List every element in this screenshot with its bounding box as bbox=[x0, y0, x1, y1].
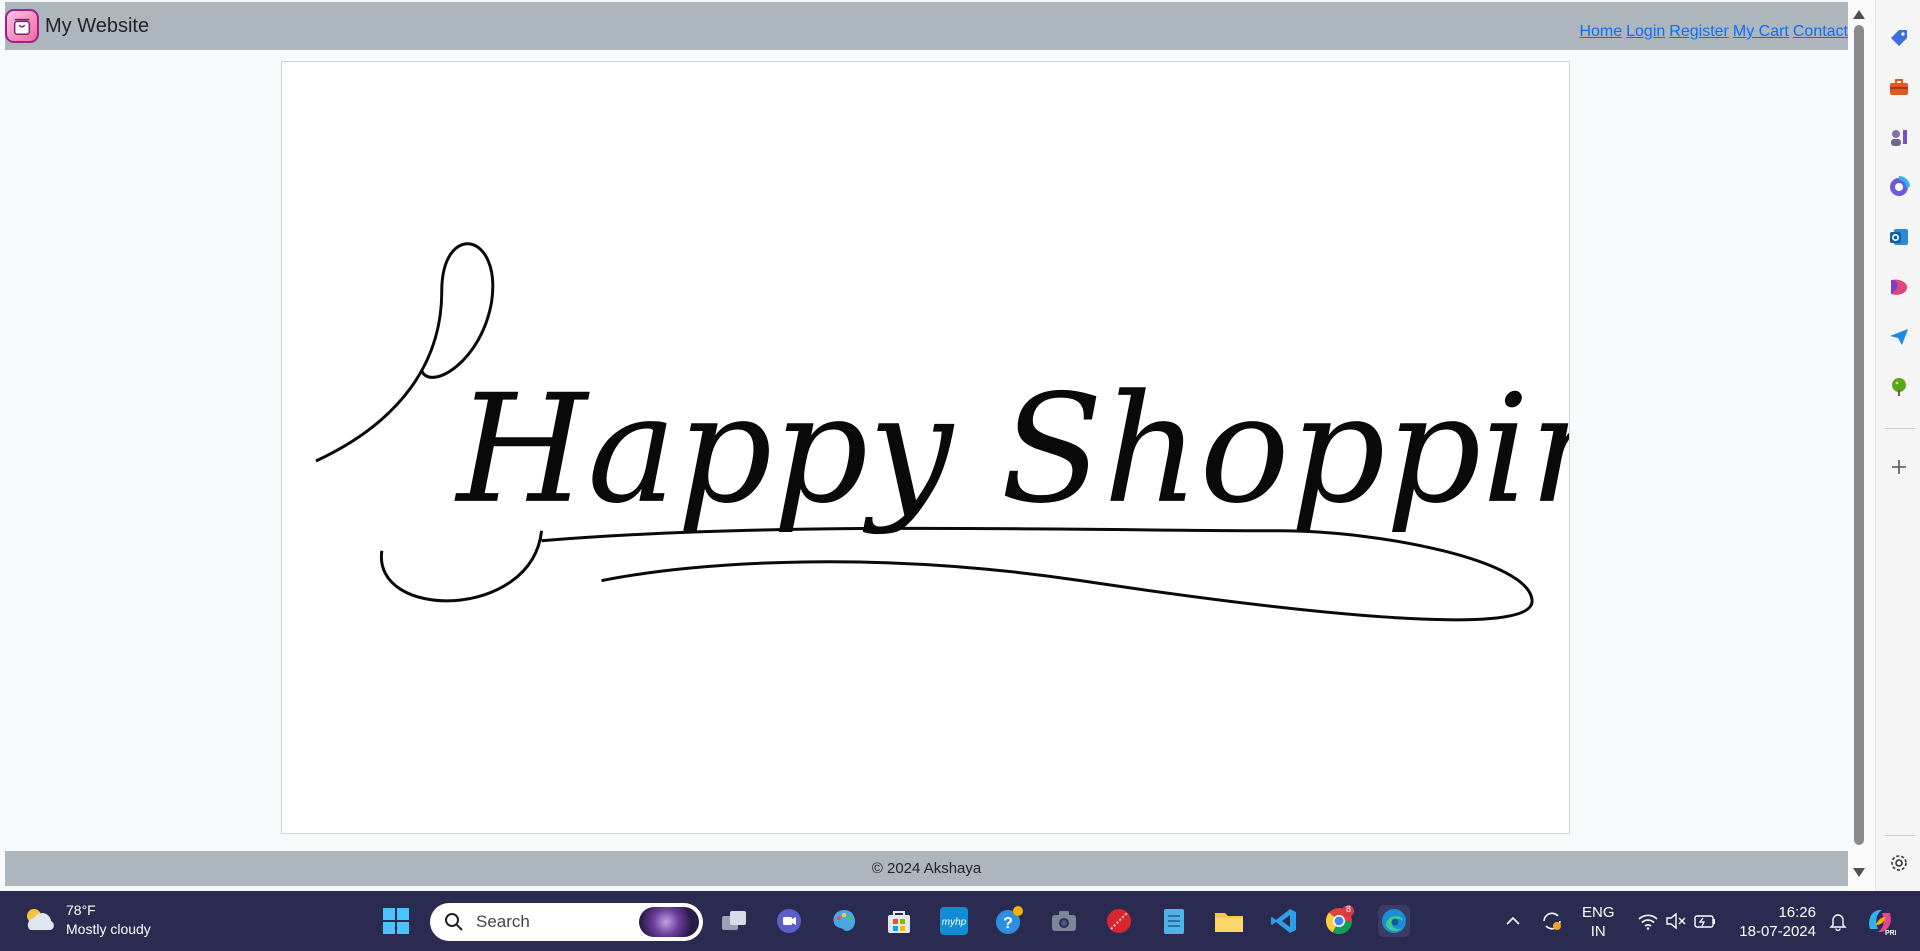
camera-icon[interactable] bbox=[1048, 905, 1080, 937]
site-footer: © 2024 Akshaya bbox=[5, 851, 1848, 886]
file-explorer-icon[interactable] bbox=[1213, 905, 1245, 937]
scroll-thumb[interactable] bbox=[1854, 25, 1864, 845]
edge-sidebar bbox=[1875, 0, 1920, 891]
outlook-icon[interactable] bbox=[1887, 225, 1911, 249]
tag-icon[interactable] bbox=[1887, 26, 1911, 50]
language-indicator[interactable]: ENG IN bbox=[1582, 903, 1615, 941]
language-line2: IN bbox=[1590, 923, 1606, 940]
hero-text: Happy Shopping bbox=[454, 363, 1569, 537]
volume-muted-icon[interactable] bbox=[1660, 905, 1692, 937]
scroll-up-arrow-icon[interactable] bbox=[1853, 10, 1865, 19]
clock[interactable]: 16:26 18-07-2024 bbox=[1734, 903, 1816, 941]
designer-icon[interactable] bbox=[1887, 275, 1911, 299]
main-nav: Home Login Register My Cart Contact bbox=[1579, 23, 1848, 41]
search-placeholder: Search bbox=[476, 912, 530, 931]
nav-link-home[interactable]: Home bbox=[1579, 23, 1622, 41]
brand[interactable]: My Website bbox=[5, 9, 150, 43]
sync-icon[interactable] bbox=[1536, 905, 1568, 937]
search-icon bbox=[445, 913, 463, 931]
nav-link-my-cart[interactable]: My Cart bbox=[1733, 23, 1789, 41]
send-icon[interactable] bbox=[1887, 325, 1911, 349]
page-scrollbar[interactable] bbox=[1848, 0, 1875, 891]
notifications-bell-icon[interactable] bbox=[1822, 905, 1854, 937]
copilot-icon[interactable] bbox=[1887, 175, 1911, 199]
hero-image: Happy Shopping bbox=[281, 61, 1722, 834]
svg-text:myhp: myhp bbox=[942, 917, 967, 928]
chrome-badge: 8 bbox=[1346, 904, 1352, 914]
settings-icon[interactable] bbox=[1887, 851, 1911, 875]
battery-icon[interactable] bbox=[1689, 905, 1721, 937]
games-icon[interactable] bbox=[1887, 125, 1911, 149]
sidebar-separator bbox=[1885, 428, 1915, 429]
weather-widget[interactable]: 78°F Mostly cloudy bbox=[22, 901, 151, 939]
vscode-icon[interactable] bbox=[1268, 905, 1300, 937]
shopping-bag-icon bbox=[5, 9, 39, 43]
browser-viewport: My Website Home Login Register My Cart C… bbox=[0, 0, 1875, 891]
teams-meet-icon[interactable] bbox=[773, 905, 805, 937]
chrome-icon[interactable]: 8 bbox=[1323, 904, 1355, 937]
cloudy-weather-icon bbox=[27, 909, 54, 930]
toolbox-icon[interactable] bbox=[1887, 75, 1911, 99]
language-line1: ENG bbox=[1582, 904, 1615, 921]
tree-icon[interactable] bbox=[1887, 375, 1911, 399]
brand-name: My Website bbox=[45, 14, 150, 37]
svg-text:?: ? bbox=[1003, 915, 1013, 932]
edge-icon[interactable] bbox=[1378, 905, 1410, 937]
clock-date: 18-07-2024 bbox=[1739, 923, 1816, 940]
get-help-icon[interactable]: ? bbox=[993, 905, 1025, 937]
search-highlight-image bbox=[639, 907, 699, 937]
nav-link-login[interactable]: Login bbox=[1626, 23, 1665, 41]
notepad-icon[interactable] bbox=[1158, 905, 1190, 937]
footer-copyright: © 2024 Akshaya bbox=[871, 860, 982, 877]
site-header: My Website Home Login Register My Cart C… bbox=[5, 2, 1848, 50]
taskbar-search[interactable]: Search bbox=[430, 903, 703, 941]
microsoft-store-icon[interactable] bbox=[883, 905, 915, 937]
copilot-taskbar-icon[interactable]: PRE bbox=[1864, 905, 1896, 937]
nav-link-register[interactable]: Register bbox=[1669, 23, 1729, 41]
weather-condition: Mostly cloudy bbox=[66, 921, 151, 937]
scroll-down-arrow-icon[interactable] bbox=[1853, 868, 1865, 877]
svg-text:PRE: PRE bbox=[1885, 930, 1896, 937]
nav-link-contact[interactable]: Contact bbox=[1793, 23, 1848, 41]
myhp-icon[interactable]: myhp bbox=[938, 905, 970, 937]
clock-time: 16:26 bbox=[1778, 904, 1816, 921]
add-icon[interactable] bbox=[1887, 455, 1911, 479]
show-hidden-icons-chevron-icon[interactable] bbox=[1497, 905, 1529, 937]
windows-start-icon[interactable] bbox=[380, 905, 412, 937]
taskbar: 78°F Mostly cloudy Search myhp ? 8 ENG I… bbox=[0, 891, 1920, 951]
sidebar-separator-bottom bbox=[1885, 835, 1915, 836]
paint-icon[interactable] bbox=[828, 905, 860, 937]
task-view-icon[interactable] bbox=[718, 905, 750, 937]
cricket-app-icon[interactable] bbox=[1103, 905, 1135, 937]
weather-temp: 78°F bbox=[66, 902, 96, 918]
